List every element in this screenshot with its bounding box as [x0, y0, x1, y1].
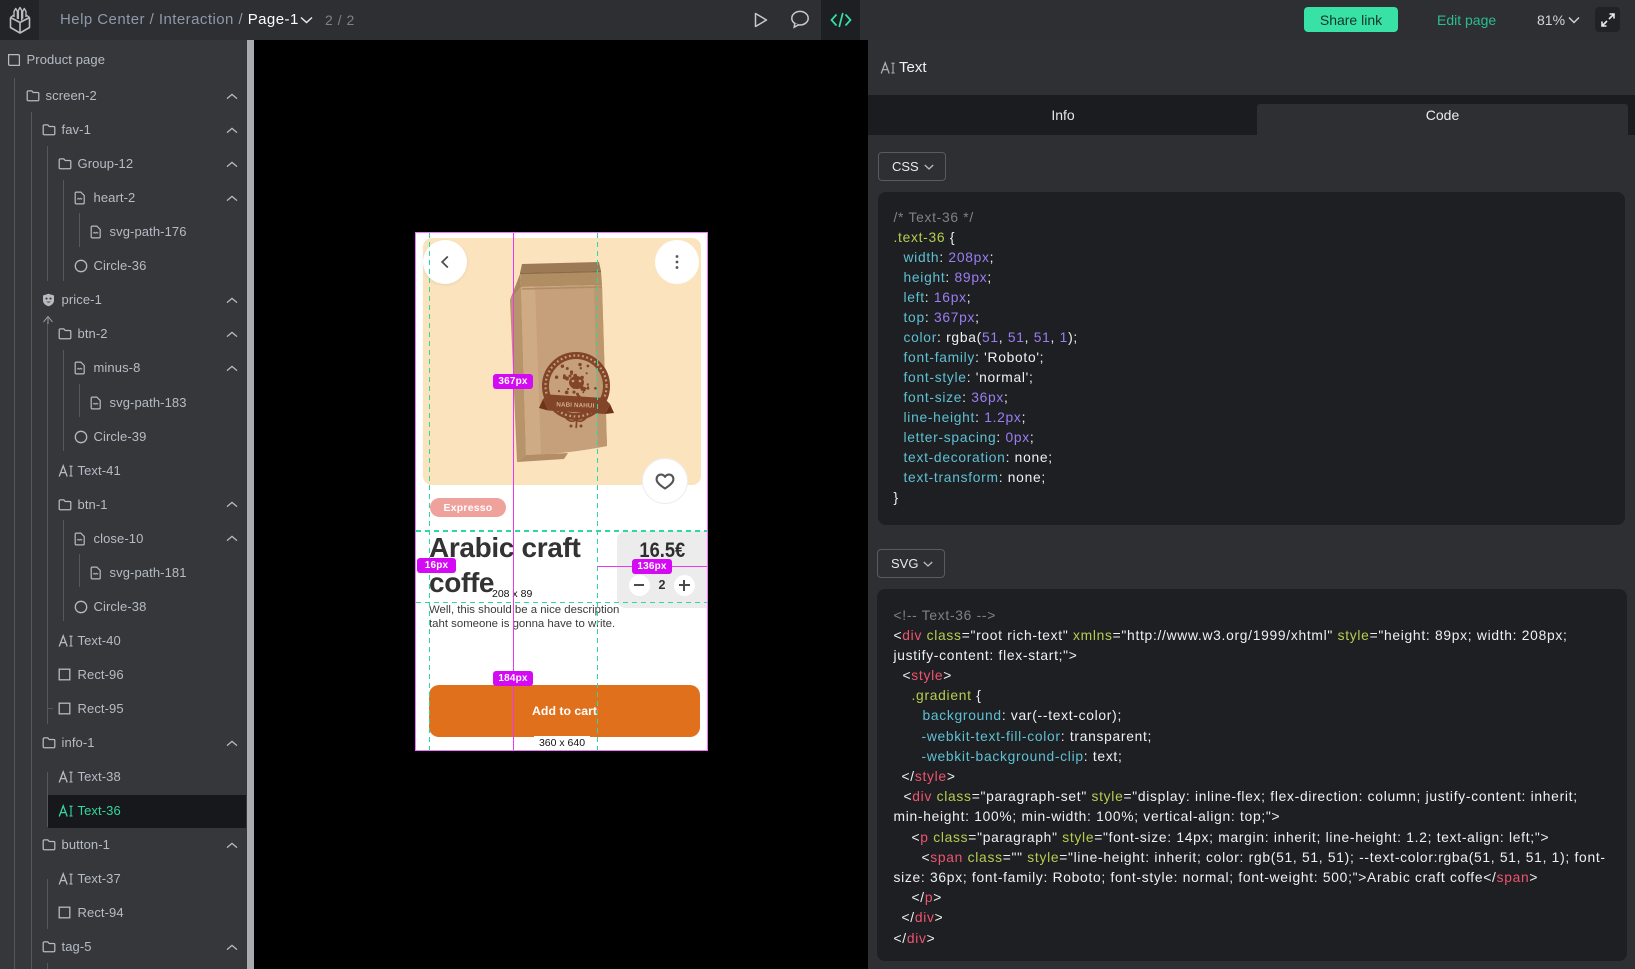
svg-text:NABI NAHUI: NABI NAHUI: [556, 401, 594, 409]
